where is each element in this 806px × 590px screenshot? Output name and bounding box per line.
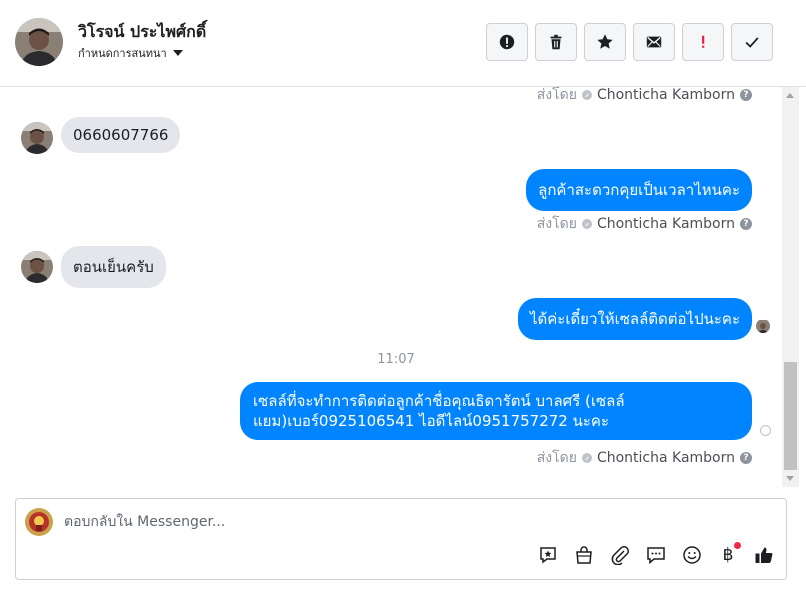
contact-message-avatar <box>21 251 53 283</box>
notification-dot <box>734 542 741 549</box>
star-button[interactable] <box>584 23 626 61</box>
trash-icon <box>550 34 562 50</box>
saved-reply-icon <box>540 547 556 564</box>
composer-tools: ฿ <box>536 542 776 567</box>
paperclip-icon <box>611 546 629 565</box>
contact-message-avatar <box>21 122 53 154</box>
scroll-down-icon[interactable] <box>786 476 794 481</box>
reply-input[interactable] <box>64 511 764 533</box>
message-thread[interactable]: ส่งโดย Chonticha Kamborn ? 0660607766 ลู… <box>0 87 782 487</box>
payment-button[interactable]: ฿ <box>716 542 741 567</box>
help-icon[interactable]: ? <box>740 452 752 464</box>
incoming-message[interactable]: 0660607766 <box>61 117 181 153</box>
shop-button[interactable] <box>572 543 596 567</box>
sent-status-icon <box>760 425 771 436</box>
assign-conversation-dropdown[interactable]: กำหนดการสนทนา <box>78 44 183 62</box>
alert-circle-icon <box>499 34 515 50</box>
shopping-bag-icon <box>576 546 592 564</box>
outgoing-message[interactable]: ได้ค่ะเดี๋ยวให้เซลล์ติดต่อไปนะคะ <box>517 298 752 340</box>
baht-payment-icon: ฿ <box>722 545 734 565</box>
reply-composer: ฿ <box>15 498 787 580</box>
contact-name[interactable]: วิโรจน์ ประไพศ์กดิ์ <box>78 20 206 45</box>
chat-bubble-icon <box>647 547 665 565</box>
sent-by-label: ส่งโดย <box>536 216 577 232</box>
agent-indicator-icon <box>581 219 592 229</box>
follow-up-button[interactable] <box>682 23 724 61</box>
sent-by-label: ส่งโดย <box>536 450 577 466</box>
header-actions <box>486 23 773 61</box>
sent-by-info: ส่งโดย Chonticha Kamborn ? <box>537 447 752 469</box>
contact-avatar[interactable] <box>15 18 63 66</box>
agent-indicator-icon <box>581 90 592 100</box>
help-icon[interactable]: ? <box>740 218 752 230</box>
agent-name[interactable]: Chonticha Kamborn <box>597 87 735 103</box>
emoji-button[interactable] <box>680 543 704 567</box>
help-icon[interactable]: ? <box>740 89 752 101</box>
send-like-button[interactable] <box>752 543 776 567</box>
saved-reply-button[interactable] <box>536 543 560 567</box>
scrollbar-thumb[interactable] <box>784 362 797 470</box>
sent-by-info: ส่งโดย Chonticha Kamborn ? <box>537 87 752 106</box>
thread-scrollbar[interactable] <box>782 87 799 487</box>
assign-conversation-label: กำหนดการสนทนา <box>78 47 167 60</box>
attach-button[interactable] <box>608 543 632 567</box>
agent-name[interactable]: Chonticha Kamborn <box>597 450 735 466</box>
mark-spam-button[interactable] <box>486 23 528 61</box>
mark-done-button[interactable] <box>731 23 773 61</box>
delete-button[interactable] <box>535 23 577 61</box>
sent-by-info: ส่งโดย Chonticha Kamborn ? <box>537 213 752 235</box>
agent-indicator-icon <box>581 453 592 463</box>
seen-avatar-icon <box>756 319 770 333</box>
star-icon <box>597 34 613 49</box>
exclamation-icon <box>702 35 705 48</box>
outgoing-message[interactable]: ลูกค้าสะดวกคุยเป็นเวลาไหนคะ <box>526 169 752 211</box>
emoji-icon <box>683 546 701 564</box>
checkmark-icon <box>745 37 759 48</box>
sent-by-label: ส่งโดย <box>536 87 577 103</box>
mark-unread-button[interactable] <box>633 23 675 61</box>
message-timestamp: 11:07 <box>377 352 415 367</box>
outgoing-message[interactable]: เซลล์ที่จะทำการติดต่อลูกค้าชื่อคุณธิดารั… <box>240 382 752 440</box>
conversation-header: วิโรจน์ ประไพศ์กดิ์ กำหนดการสนทนา <box>0 0 806 87</box>
caret-down-icon <box>172 50 183 56</box>
page-avatar <box>25 508 53 536</box>
agent-name[interactable]: Chonticha Kamborn <box>597 216 735 232</box>
thumbs-up-icon <box>755 547 773 563</box>
incoming-message[interactable]: ตอนเย็นครับ <box>61 246 166 288</box>
envelope-icon <box>646 36 662 48</box>
scroll-up-icon[interactable] <box>786 93 794 98</box>
quick-reply-button[interactable] <box>644 543 668 567</box>
